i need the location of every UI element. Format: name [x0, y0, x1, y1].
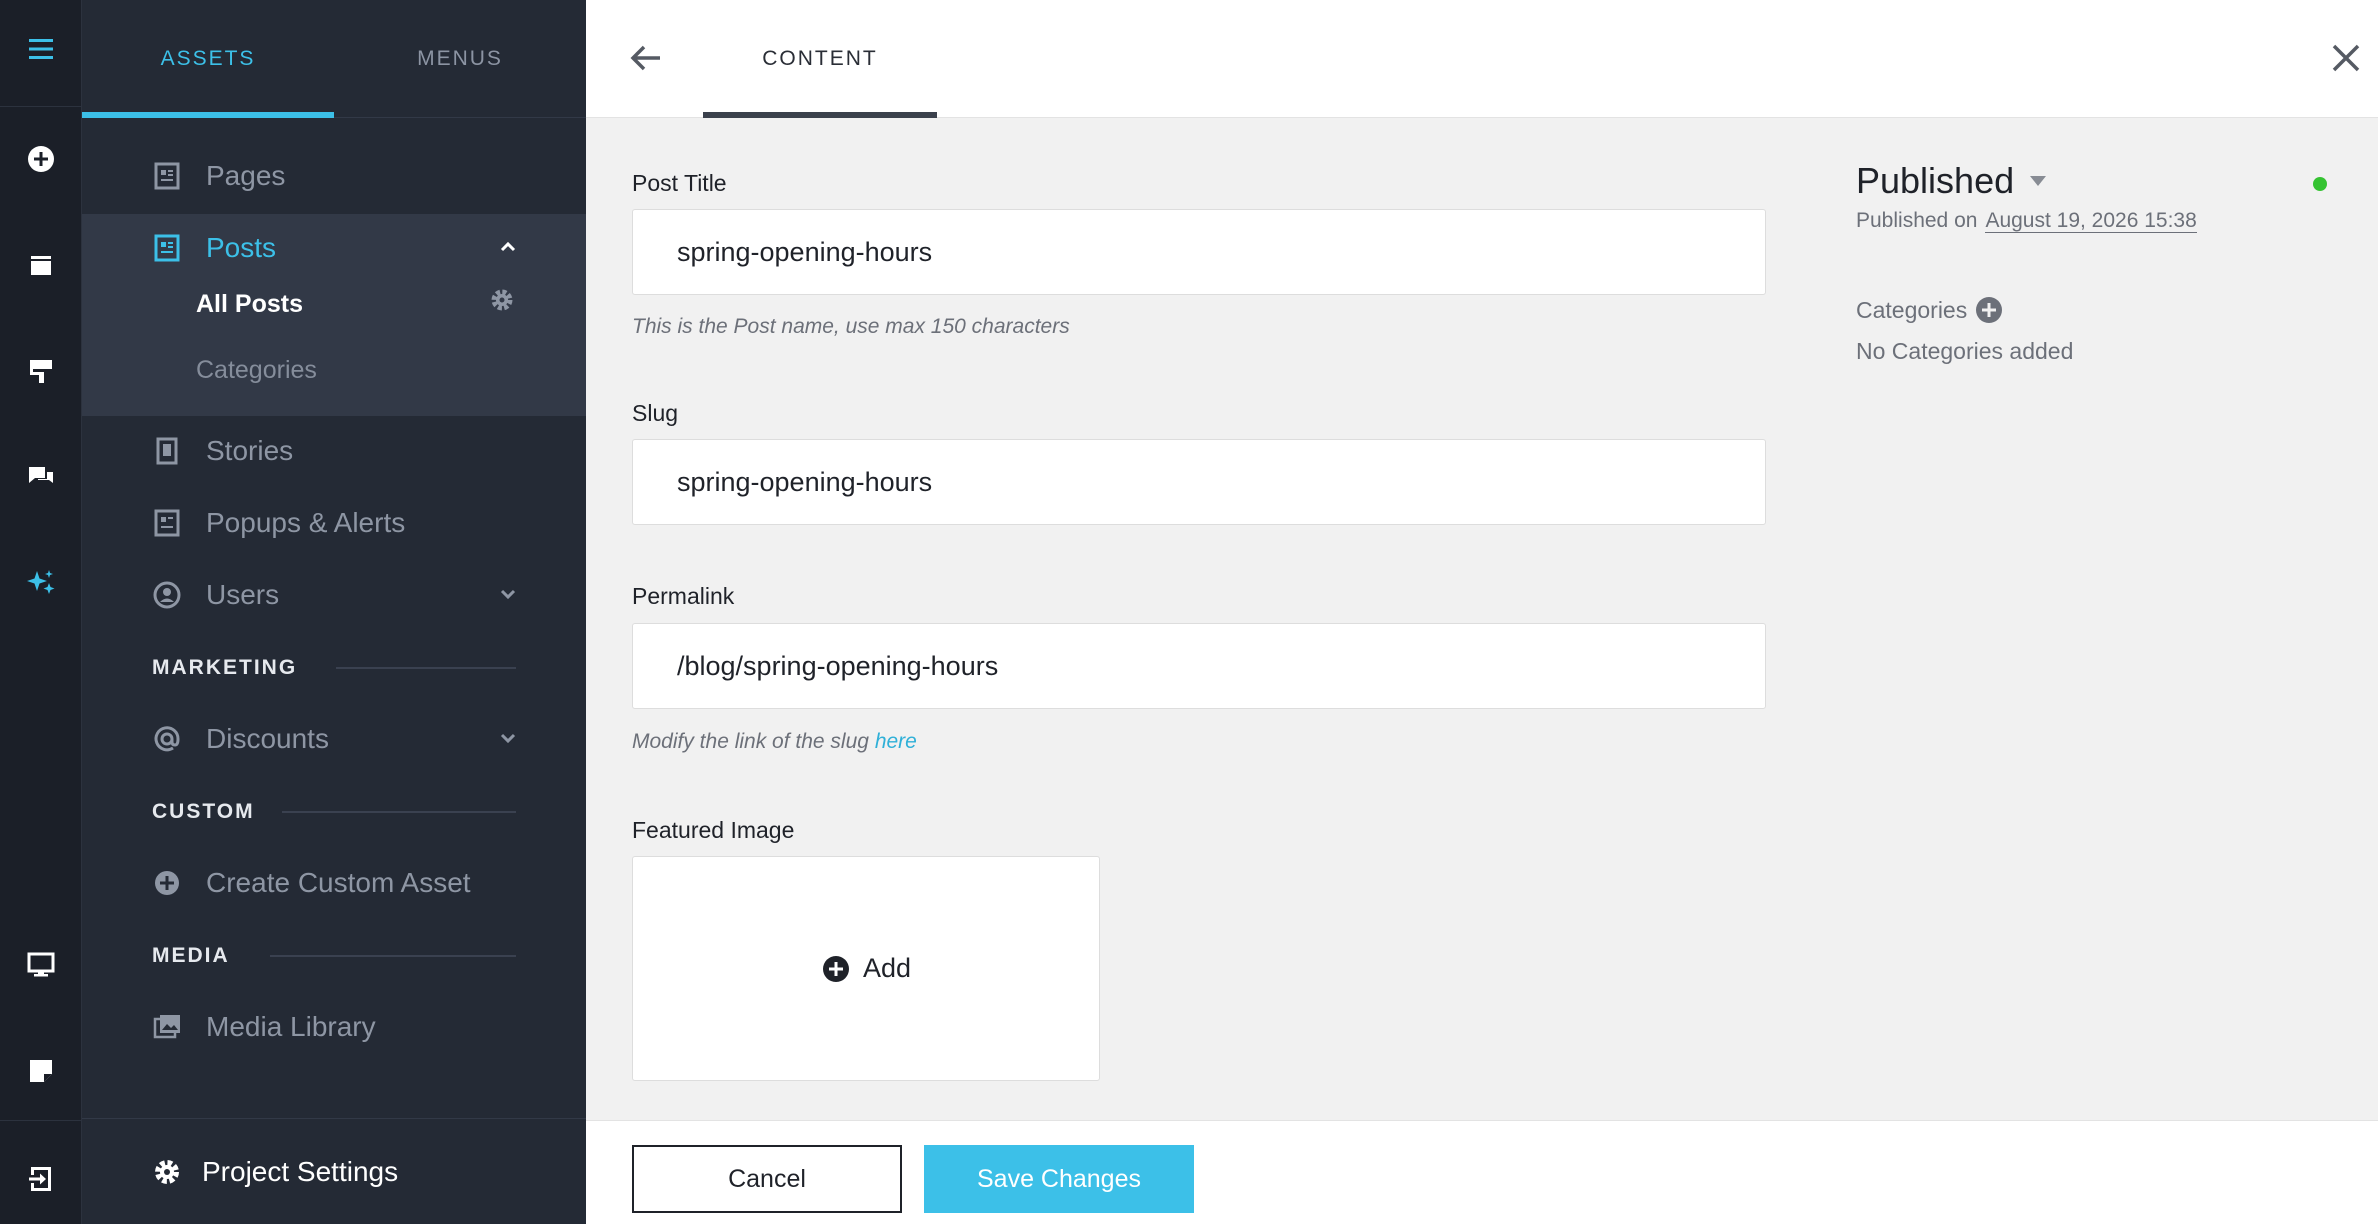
exit-icon[interactable] — [0, 1144, 82, 1214]
sidebar-item-discounts[interactable]: Discounts — [82, 704, 586, 774]
paint-roller-icon[interactable] — [0, 336, 82, 406]
post-title-hint: This is the Post name, use max 150 chara… — [632, 315, 1070, 338]
section-media: MEDIA — [152, 944, 230, 967]
sidebar-item-media-library[interactable]: Media Library — [82, 992, 586, 1062]
published-date-link[interactable]: August 19, 2026 15:38 — [1985, 209, 2197, 233]
sidebar-item-create-custom-asset[interactable]: Create Custom Asset — [82, 848, 586, 918]
sidebar-item-label: Stories — [206, 435, 294, 466]
sidebar-item-users[interactable]: Users — [82, 560, 586, 630]
sidebar-subitem-categories[interactable]: Categories — [196, 356, 317, 385]
rail-divider — [0, 106, 82, 107]
chevron-down-icon[interactable] — [498, 728, 518, 748]
featured-image-dropzone[interactable]: Add — [632, 856, 1100, 1081]
sidebar-item-popups[interactable]: Popups & Alerts — [82, 488, 586, 558]
categories-label: Categories — [1856, 296, 1968, 323]
popup-icon — [152, 508, 182, 538]
permalink-label: Permalink — [632, 583, 735, 609]
save-changes-button[interactable]: Save Changes — [924, 1145, 1194, 1213]
icon-rail — [0, 0, 82, 1224]
plus-circle-icon[interactable] — [0, 124, 82, 194]
page-icon — [152, 161, 182, 191]
sidebar-subitem-all-posts[interactable]: All Posts — [196, 290, 303, 319]
categories-empty-text: No Categories added — [1856, 338, 2074, 364]
tab-menus-label: MENUS — [417, 47, 503, 70]
sidebar-item-posts[interactable]: Posts — [82, 213, 586, 283]
tab-content[interactable]: CONTENT — [703, 0, 937, 118]
gear-icon[interactable] — [488, 286, 516, 314]
assets-sidebar: ASSETS MENUS Pages Posts All Posts Categ… — [82, 0, 586, 1224]
status-indicator-dot — [2313, 177, 2327, 191]
slug-label: Slug — [632, 400, 679, 426]
chevron-down-icon[interactable] — [498, 584, 518, 604]
action-bar: Cancel Save Changes — [586, 1120, 2378, 1224]
chevron-up-icon[interactable] — [498, 237, 518, 257]
sidebar-item-label: Media Library — [206, 1011, 376, 1042]
permalink-input[interactable] — [632, 623, 1766, 709]
stories-icon — [152, 436, 182, 466]
permalink-here-link[interactable]: here — [875, 730, 917, 753]
add-category-icon[interactable] — [1975, 296, 2003, 324]
close-icon[interactable] — [2328, 40, 2364, 76]
sidebar-item-pages[interactable]: Pages — [82, 141, 586, 211]
section-marketing: MARKETING — [152, 656, 298, 679]
gear-icon — [155, 1159, 179, 1184]
section-divider — [336, 667, 516, 669]
sparkles-icon[interactable] — [0, 548, 82, 618]
permalink-hint-text: Modify the link of the slug — [632, 730, 869, 753]
hamburger-menu-icon[interactable] — [0, 14, 82, 84]
tab-assets-label: ASSETS — [160, 47, 256, 70]
categories-heading: Categories — [1856, 296, 2003, 324]
add-image-button[interactable]: Add — [821, 953, 911, 984]
caret-down-icon — [2030, 176, 2047, 186]
images-icon — [152, 1012, 182, 1042]
post-title-label: Post Title — [632, 170, 727, 196]
sidebar-item-label: Create Custom Asset — [206, 867, 471, 898]
publish-status-label: Published — [1856, 160, 2015, 201]
publish-status-dropdown[interactable]: Published — [1856, 160, 2047, 202]
back-arrow-icon[interactable] — [626, 38, 666, 78]
cancel-button[interactable]: Cancel — [632, 1145, 902, 1213]
sidebar-tabs: ASSETS MENUS — [82, 0, 586, 118]
sidebar-item-stories[interactable]: Stories — [82, 416, 586, 486]
sidebar-item-label: Pages — [206, 160, 286, 191]
published-on: Published on August 19, 2026 15:38 — [1856, 209, 2197, 233]
tab-menus[interactable]: MENUS — [334, 0, 586, 118]
sidebar-item-label: Popups & Alerts — [206, 507, 406, 538]
tab-content-label: CONTENT — [762, 47, 878, 70]
monitor-icon[interactable] — [0, 930, 82, 1000]
user-circle-icon — [152, 580, 182, 610]
featured-image-label: Featured Image — [632, 817, 795, 843]
plus-circle-icon — [152, 868, 182, 898]
sidebar-item-label: Discounts — [206, 723, 329, 754]
post-icon — [152, 233, 182, 263]
section-custom: CUSTOM — [152, 800, 255, 823]
chat-bubbles-icon[interactable] — [0, 442, 82, 512]
permalink-hint: Modify the link of the slug here — [632, 730, 917, 754]
sidebar-item-label: Users — [206, 579, 280, 610]
section-divider — [282, 811, 516, 813]
project-settings-label: Project Settings — [202, 1155, 399, 1187]
project-settings-button[interactable]: Project Settings — [82, 1118, 586, 1224]
section-divider — [270, 955, 516, 957]
published-on-label: Published on — [1856, 209, 1978, 232]
sticky-note-icon[interactable] — [0, 1036, 82, 1106]
sidebar-item-label: Posts — [206, 232, 277, 263]
archive-icon[interactable] — [0, 230, 82, 300]
slug-input[interactable] — [632, 439, 1766, 525]
post-title-input[interactable] — [632, 209, 1766, 295]
add-image-label: Add — [862, 953, 912, 983]
plus-circle-icon — [822, 955, 849, 982]
at-sign-icon — [152, 724, 182, 754]
rail-divider — [0, 1120, 82, 1121]
content-header: CONTENT — [586, 0, 2378, 118]
tab-assets[interactable]: ASSETS — [82, 0, 334, 118]
